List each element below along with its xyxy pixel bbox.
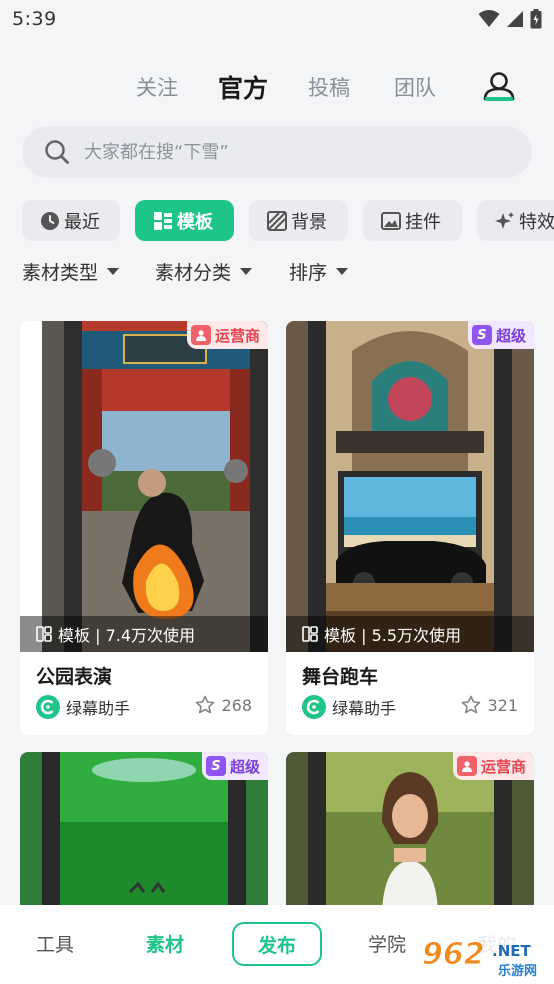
card-thumbnail[interactable]: 运营商 模板 | 7.4万次使用 bbox=[20, 321, 268, 652]
author-logo-icon bbox=[36, 695, 60, 719]
template-preview-image bbox=[286, 321, 534, 652]
status-bar: 5:39 bbox=[0, 0, 554, 38]
material-card[interactable]: S 超级 模板 | 5.5万次使用 舞台跑车 绿幕助手 321 bbox=[286, 321, 534, 735]
watermark-logo: 962 .NET 乐游网 bbox=[416, 932, 550, 980]
nav-materials[interactable]: 素材 bbox=[146, 930, 184, 957]
usage-overlay: 模板 | 5.5万次使用 bbox=[286, 616, 534, 652]
caret-down-icon bbox=[107, 268, 120, 275]
card-thumbnail[interactable]: S 超级 模板 | 5.5万次使用 bbox=[286, 321, 534, 652]
badge-person-icon bbox=[190, 325, 211, 345]
badge-label: 运营商 bbox=[480, 757, 526, 776]
search-input[interactable] bbox=[84, 141, 484, 163]
caret-down-icon bbox=[240, 268, 253, 275]
badge-s-icon: S bbox=[471, 325, 492, 345]
chip-recent-label: 最近 bbox=[64, 211, 100, 233]
profile-button[interactable] bbox=[478, 66, 520, 108]
signal-icon bbox=[507, 11, 523, 27]
wifi-icon bbox=[478, 10, 500, 27]
watermark-suffix: .NET bbox=[492, 942, 531, 960]
battery-icon bbox=[530, 9, 542, 29]
nav-tools[interactable]: 工具 bbox=[36, 930, 74, 957]
status-icons bbox=[478, 9, 542, 29]
card-thumbnail[interactable]: S 超级 bbox=[20, 752, 268, 912]
filter-material-category-label: 素材分类 bbox=[155, 262, 232, 284]
badge-label: 超级 bbox=[495, 326, 526, 345]
super-badge: S 超级 bbox=[201, 752, 268, 780]
status-time: 5:39 bbox=[12, 8, 57, 30]
template-icon bbox=[153, 211, 173, 231]
tab-follow[interactable]: 关注 bbox=[136, 72, 178, 102]
filter-material-type-label: 素材类型 bbox=[22, 262, 99, 284]
tab-submission[interactable]: 投稿 bbox=[308, 72, 350, 102]
top-tabs: 关注 官方 投稿 团队 bbox=[0, 62, 554, 114]
chip-pendant[interactable]: 挂件 bbox=[363, 200, 462, 241]
filter-material-category[interactable]: 素材分类 bbox=[155, 258, 253, 285]
usage-text: 模板 | 5.5万次使用 bbox=[324, 626, 462, 645]
usage-overlay: 模板 | 7.4万次使用 bbox=[20, 616, 268, 652]
caret-down-icon bbox=[336, 268, 349, 275]
publish-label: 发布 bbox=[257, 934, 296, 957]
chip-effects[interactable]: 特效 bbox=[477, 200, 554, 241]
template-preview-image bbox=[42, 321, 268, 652]
chip-template-label: 模板 bbox=[177, 211, 213, 233]
likes-count: 268 bbox=[221, 695, 252, 715]
watermark-graphic: 962 .NET 乐游网 bbox=[416, 932, 550, 980]
card-title: 舞台跑车 bbox=[302, 666, 379, 688]
operator-badge: 运营商 bbox=[186, 321, 268, 349]
material-card[interactable]: 运营商 模板 | 7.4万次使用 公园表演 绿幕助手 268 bbox=[20, 321, 268, 735]
card-author[interactable]: 绿幕助手 bbox=[302, 695, 396, 719]
filter-sort[interactable]: 排序 bbox=[289, 258, 349, 285]
category-chips: 最近 模板 背景 挂件 特效 bbox=[22, 200, 554, 242]
template-icon bbox=[302, 626, 318, 642]
image-icon bbox=[381, 211, 401, 231]
tab-official[interactable]: 官方 bbox=[218, 69, 268, 105]
card-thumbnail[interactable]: 运营商 bbox=[286, 752, 534, 912]
chip-background[interactable]: 背景 bbox=[249, 200, 348, 241]
card-likes[interactable]: 321 bbox=[461, 695, 518, 715]
sparkle-icon bbox=[495, 211, 515, 231]
badge-label: 超级 bbox=[229, 757, 260, 776]
author-name: 绿幕助手 bbox=[332, 699, 397, 718]
badge-person-icon bbox=[456, 756, 477, 776]
watermark-caption: 乐游网 bbox=[498, 963, 537, 979]
badge-s-icon: S bbox=[205, 756, 226, 776]
clock-icon bbox=[40, 211, 60, 231]
chip-effects-label: 特效 bbox=[519, 211, 554, 233]
usage-text: 模板 | 7.4万次使用 bbox=[58, 626, 196, 645]
card-title: 公园表演 bbox=[36, 666, 113, 688]
watermark-number: 962 bbox=[422, 937, 485, 972]
material-card[interactable]: S 超级 bbox=[20, 752, 268, 912]
nav-academy[interactable]: 学院 bbox=[368, 930, 406, 957]
chip-template[interactable]: 模板 bbox=[135, 200, 234, 241]
search-bar[interactable] bbox=[22, 126, 532, 178]
chip-background-label: 背景 bbox=[291, 211, 327, 233]
likes-count: 321 bbox=[487, 695, 518, 715]
author-logo-icon bbox=[302, 695, 326, 719]
operator-badge: 运营商 bbox=[452, 752, 534, 780]
card-likes[interactable]: 268 bbox=[195, 695, 252, 715]
star-icon bbox=[196, 695, 215, 714]
filter-material-type[interactable]: 素材类型 bbox=[22, 258, 120, 285]
badge-label: 运营商 bbox=[214, 326, 260, 345]
chip-pendant-label: 挂件 bbox=[405, 211, 441, 233]
filter-sort-label: 排序 bbox=[289, 262, 328, 284]
background-icon bbox=[267, 210, 287, 231]
star-icon bbox=[462, 695, 481, 714]
tab-team[interactable]: 团队 bbox=[394, 72, 436, 102]
publish-button[interactable]: 发布 bbox=[232, 922, 322, 966]
super-badge: S 超级 bbox=[467, 321, 534, 349]
template-icon bbox=[36, 626, 52, 642]
user-icon bbox=[483, 72, 515, 101]
card-author[interactable]: 绿幕助手 bbox=[36, 695, 130, 719]
chip-recent[interactable]: 最近 bbox=[22, 200, 120, 241]
material-card[interactable]: 运营商 bbox=[286, 752, 534, 912]
search-icon bbox=[45, 140, 69, 164]
author-name: 绿幕助手 bbox=[66, 699, 131, 718]
